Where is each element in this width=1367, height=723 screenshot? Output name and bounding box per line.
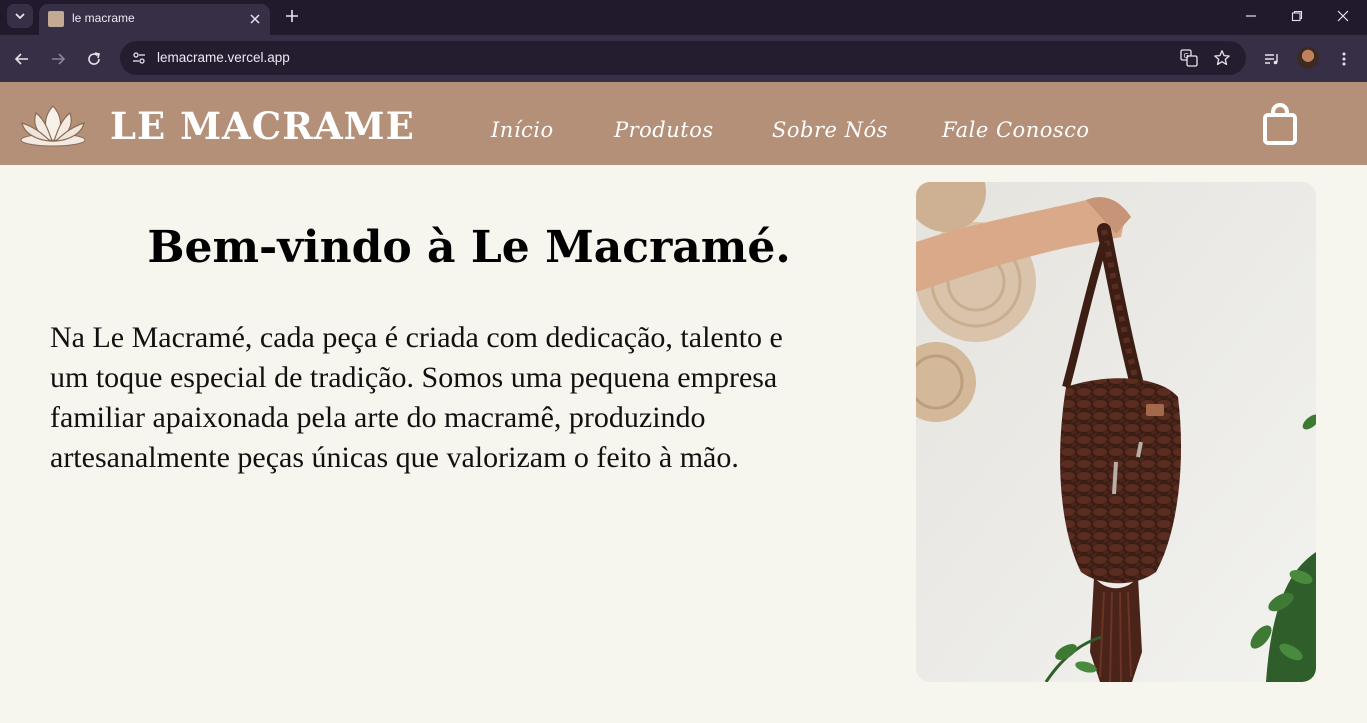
more-vertical-icon [1342, 52, 1346, 66]
svg-text:G: G [1184, 52, 1189, 60]
restore-button[interactable] [1274, 0, 1320, 31]
minimize-button[interactable] [1228, 0, 1274, 31]
queue-music-icon [1265, 54, 1278, 65]
window-close-button[interactable] [1320, 0, 1366, 31]
back-button[interactable] [9, 46, 35, 72]
nav-link-fale-conosco[interactable]: Fale Conosco [942, 120, 1090, 141]
nav-link-inicio[interactable]: Início [491, 120, 554, 141]
minimize-icon [1246, 14, 1256, 17]
chevron-down-icon [15, 13, 25, 20]
tab-favicon-icon [48, 11, 64, 27]
reload-icon [88, 52, 100, 65]
brand-name[interactable]: LE MACRAME [110, 108, 415, 145]
close-icon [1337, 10, 1349, 21]
bookmark-button[interactable] [1211, 47, 1233, 69]
hero-description-line: Na Le Macramé, cada peça é criada com de… [50, 321, 783, 354]
tab-close-button[interactable] [246, 10, 264, 28]
url-text[interactable]: lemacrame.vercel.app [157, 50, 290, 65]
hero-description-line: artesanalmente peças únicas que valoriza… [50, 441, 739, 474]
hero-description: Na Le Macramé, cada peça é criada com de… [50, 318, 890, 478]
tab-search-button[interactable] [7, 4, 33, 28]
restore-icon [1291, 10, 1303, 21]
nav-link-sobre-nos[interactable]: Sobre Nós [772, 120, 888, 141]
forward-button[interactable] [45, 46, 71, 72]
hero-description-line: um toque especial de tradição. Somos uma… [50, 361, 778, 394]
address-bar[interactable]: lemacrame.vercel.app G [120, 41, 1246, 75]
hero-title: Bem-vindo à Le Macramé. [147, 222, 791, 273]
site-header: LE MACRAME Início Produtos Sobre Nós Fal… [0, 82, 1367, 165]
reload-button[interactable] [81, 46, 107, 72]
media-controls-button[interactable] [1259, 46, 1285, 72]
plus-icon [286, 10, 298, 22]
product-photo [916, 182, 1316, 682]
arrow-right-icon [52, 53, 66, 65]
tune-icon [133, 52, 145, 64]
hero-description-line: familiar apaixonada pela arte do macramê… [50, 401, 706, 434]
arrow-left-icon [14, 53, 28, 65]
new-tab-button[interactable] [281, 5, 303, 27]
lotus-logo-icon[interactable] [18, 103, 88, 147]
star-icon [1214, 50, 1230, 66]
browser-toolbar: lemacrame.vercel.app G [0, 35, 1367, 82]
translate-icon: G [1180, 49, 1198, 67]
browser-tab[interactable]: le macrame [39, 4, 270, 35]
tab-title: le macrame [72, 11, 135, 25]
browser-menu-button[interactable] [1331, 46, 1357, 72]
close-icon [250, 14, 260, 24]
translate-button[interactable]: G [1178, 47, 1200, 69]
nav-link-produtos[interactable]: Produtos [614, 120, 714, 141]
browser-tabstrip: le macrame [0, 0, 1367, 35]
shopping-bag-icon[interactable] [1262, 103, 1298, 145]
site-info-button[interactable] [128, 47, 150, 69]
macrame-bag-illustration [916, 182, 1316, 682]
profile-avatar[interactable] [1297, 47, 1319, 69]
